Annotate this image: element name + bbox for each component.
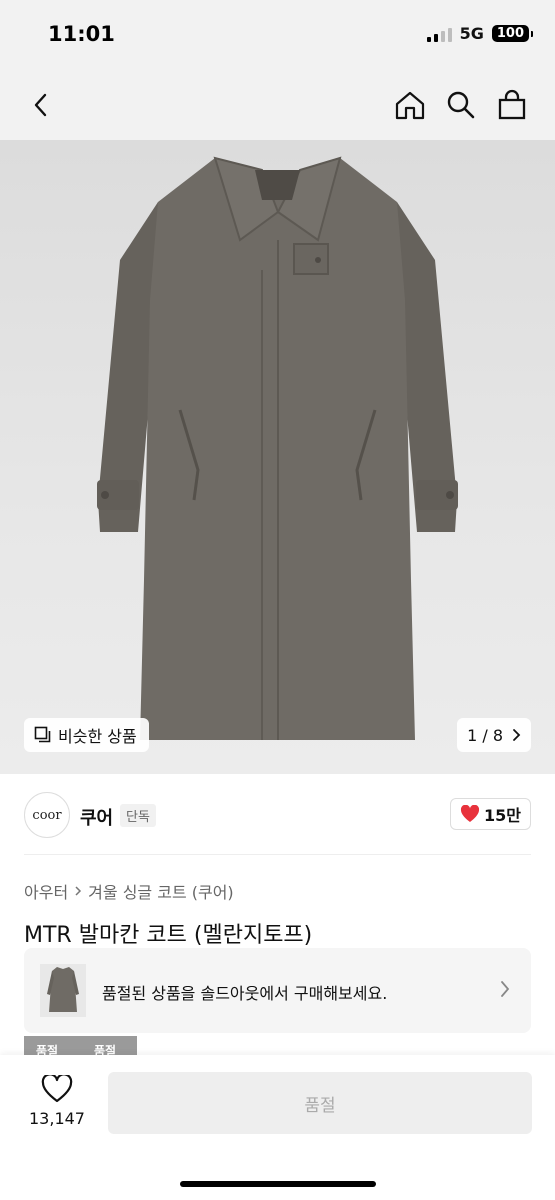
home-indicator — [180, 1181, 376, 1187]
product-image[interactable]: 비슷한 상품 1 / 8 — [0, 140, 555, 774]
coat-thumbnail-image — [47, 967, 79, 1012]
option-swatches[interactable]: 품절 품절 — [24, 1036, 137, 1056]
banner-text: 품절된 상품을 솔드아웃에서 구매해보세요. — [102, 984, 388, 1003]
home-button[interactable] — [391, 86, 429, 124]
image-page-indicator[interactable]: 1 / 8 — [457, 718, 531, 752]
brand-logo[interactable]: coor — [24, 792, 70, 838]
product-title: MTR 발마칸 코트 (멜란지토프) — [24, 923, 313, 948]
similar-products-button[interactable]: 비슷한 상품 — [24, 718, 149, 752]
bottom-action-bar: 13,147 품절 — [0, 1055, 555, 1200]
status-indicators: 5G 100 — [426, 24, 534, 43]
swatch-soldout-label: 품절 — [36, 1044, 59, 1056]
chevron-right-icon — [75, 886, 82, 896]
page-count: 1 / 8 — [467, 725, 503, 745]
banner-thumbnail — [40, 964, 86, 1017]
home-icon — [395, 91, 425, 120]
similar-items-icon — [34, 726, 51, 743]
like-count: 15만 — [484, 806, 521, 825]
chevron-left-icon — [34, 93, 47, 117]
breadcrumb: 아우터 겨울 싱글 코트 (쿠어) — [24, 879, 234, 903]
divider — [24, 854, 531, 855]
status-bar: 11:01 5G 100 — [0, 0, 555, 70]
heart-filled-icon — [460, 805, 480, 822]
similar-products-label: 비슷한 상품 — [58, 727, 137, 746]
network-label: 5G — [459, 24, 484, 43]
battery-icon: 100 — [491, 25, 534, 42]
search-icon — [447, 91, 475, 119]
coat-photo — [97, 156, 458, 740]
brand-row: coor 쿠어 단독 15만 — [0, 786, 555, 846]
soldout-marketplace-banner[interactable]: 품절된 상품을 솔드아웃에서 구매해보세요. — [24, 948, 531, 1033]
cart-button[interactable] — [493, 86, 531, 124]
heart-outline-icon — [41, 1075, 73, 1103]
swatch-soldout-label: 품절 — [94, 1044, 117, 1056]
brand-name[interactable]: 쿠어 — [80, 804, 113, 830]
chevron-right-icon — [501, 981, 510, 997]
wishlist-count: 13,147 — [29, 1109, 85, 1128]
back-button[interactable] — [22, 86, 60, 124]
search-button[interactable] — [442, 86, 480, 124]
breadcrumb-category[interactable]: 아우터 — [24, 879, 68, 903]
soldout-buy-button[interactable]: 품절 — [108, 1072, 532, 1134]
breadcrumb-subcategory[interactable]: 겨울 싱글 코트 (쿠어) — [88, 879, 234, 903]
like-button[interactable]: 15만 — [450, 798, 531, 830]
status-time: 11:01 — [48, 22, 115, 46]
top-nav-bar — [0, 70, 555, 140]
wishlist-button[interactable]: 13,147 — [26, 1075, 88, 1137]
chevron-right-icon — [513, 729, 521, 741]
shopping-bag-icon — [498, 89, 526, 120]
signal-icon — [426, 26, 452, 42]
exclusive-badge: 단독 — [120, 804, 156, 827]
